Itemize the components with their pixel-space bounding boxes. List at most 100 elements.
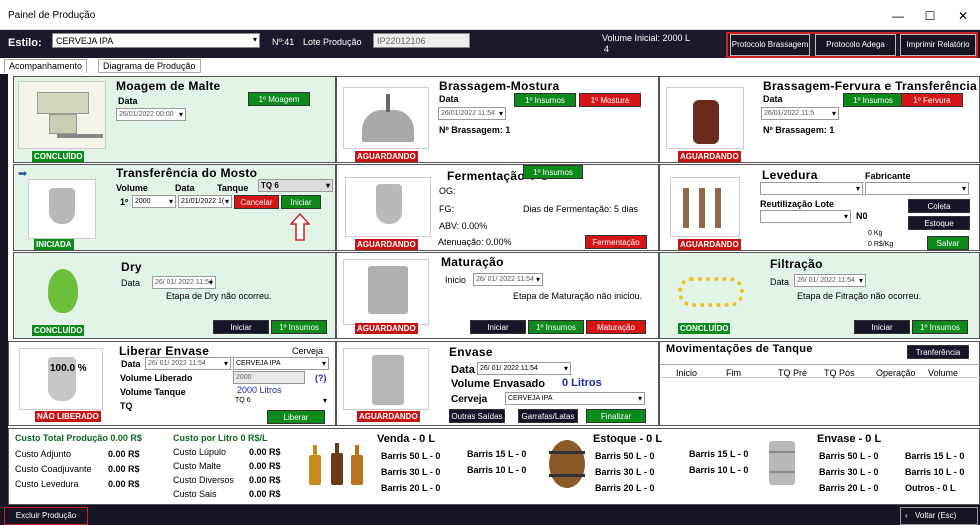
filtracao-iniciar-button[interactable]: Iniciar — [854, 320, 910, 334]
transferencia-panel: ➡ Transferência do Mosto Volume Data Tan… — [13, 164, 336, 251]
dry-title: Dry — [121, 260, 142, 274]
col-volume: Volume — [928, 368, 959, 378]
fermentacao-insumos-button[interactable]: 1º Insumos — [523, 165, 583, 179]
brass-fervura-panel: Brassagem-Fervura e Transferência Data 2… — [659, 76, 980, 163]
envase-tot-item-2: Barris 20 L - 0 — [819, 483, 879, 493]
lote-field[interactable]: IP22012106 — [373, 33, 470, 48]
brass-mostura-date[interactable]: 26/01/2022 11:54 — [438, 107, 506, 120]
vol-liberado-field[interactable]: 2000 — [233, 371, 305, 384]
production-number: Nº:41 — [272, 37, 295, 47]
liberar-date[interactable]: 26/ 01/ 2022 11:54 — [145, 357, 231, 370]
brass-fervura-nbrass: Nº Brassagem: 1 — [763, 125, 835, 135]
transferencia-iniciar-button[interactable]: Iniciar — [281, 195, 321, 209]
col-fim: Fim — [726, 368, 741, 378]
brass-fervura-status: AGUARDANDO — [678, 151, 741, 162]
boil-kettle-image — [666, 87, 744, 149]
venda-item-0: Barris 50 L - 0 — [381, 451, 441, 461]
transferencia-cancel-button[interactable]: Cancelar — [234, 195, 279, 209]
maturacao-iniciar-button[interactable]: Iniciar — [470, 320, 526, 334]
transferencia-status: INICIADA — [34, 239, 74, 250]
transferencia-n: 1º — [120, 197, 129, 207]
custo-levedura-value: 0.00 R$ — [108, 479, 140, 489]
moagem-button[interactable]: 1º Moagem — [248, 92, 310, 106]
transferencia-date[interactable]: 21/01/2022 1( — [178, 195, 232, 208]
maturacao-button[interactable]: Maturação — [586, 320, 646, 334]
transferencia-tanque-select[interactable]: TQ 6 — [258, 179, 333, 192]
envase-title: Envase — [449, 345, 493, 359]
levedura-status: AGUARDANDO — [678, 239, 741, 250]
envase-cerveja-select[interactable]: CERVEJA IPA — [505, 392, 645, 405]
imprimir-relatorio-button[interactable]: Imprimir Relatório — [900, 34, 976, 56]
filtracao-insumos-button[interactable]: 1º Insumos — [912, 320, 968, 334]
close-icon[interactable]: ✕ — [953, 8, 973, 24]
reutilizacao-select[interactable] — [760, 210, 851, 223]
footer-bar — [0, 505, 980, 525]
filtracao-date[interactable]: 26/ 01/ 2022 11:54 — [794, 274, 866, 287]
garrafas-latas-button[interactable]: Garrafas/Latas — [518, 409, 578, 423]
protocolo-brassagem-button[interactable]: Protocolo Brassagem — [730, 34, 810, 56]
dry-date[interactable]: 26/ 01/ 2022 11:54 — [152, 276, 216, 289]
excluir-producao-button[interactable]: Excluir Produção — [4, 507, 88, 525]
estoque-button[interactable]: Estoque — [908, 216, 970, 230]
custo-litro: Custo por Litro 0 R$/L — [173, 433, 268, 443]
custo-diversos-label: Custo Diversos — [173, 475, 235, 485]
dry-iniciar-button[interactable]: Iniciar — [213, 320, 269, 334]
window-title: Painel de Produção — [8, 10, 96, 21]
liberar-data-label: Data — [121, 359, 141, 369]
brass-mostura-insumos-button[interactable]: 1º Insumos — [514, 93, 576, 107]
volume-inicial: Volume Inicial: 2000 L — [602, 33, 691, 43]
custo-lupulo-value: 0.00 R$ — [249, 447, 281, 457]
coleta-button[interactable]: Coleta — [908, 199, 970, 213]
moagem-date[interactable]: 26/01/2022 00:00 — [116, 108, 186, 121]
custo-malte-value: 0.00 R$ — [249, 461, 281, 471]
finalizar-button[interactable]: Finalizar — [586, 409, 646, 423]
protocolo-adega-button[interactable]: Protocolo Adega — [815, 34, 896, 56]
outras-saidas-button[interactable]: Outras Saídas — [449, 409, 505, 423]
voltar-button[interactable]: ‹ Voltar (Esc) — [900, 507, 978, 525]
brass-fervura-fervura-button[interactable]: 1º Fervura — [901, 93, 963, 107]
brass-mostura-nbrass: Nº Brassagem: 1 — [439, 125, 511, 135]
transferencia-button[interactable]: Tranferência — [907, 345, 969, 359]
bottles-image — [305, 441, 371, 487]
levedura-select[interactable] — [760, 182, 863, 195]
maturacao-panel: Maturação Inicio 26/ 01/ 2022 11:54 Etap… — [336, 252, 659, 339]
fabricante-select[interactable] — [865, 182, 969, 195]
venda-title: Venda - 0 L — [377, 433, 436, 445]
tank-level-image: 100.0 % — [19, 348, 103, 410]
tq-select[interactable]: TQ 6 — [233, 395, 329, 408]
dry-status: CONCLUÍDO — [32, 325, 85, 336]
liberar-button[interactable]: Liberar — [267, 410, 325, 424]
custo-adjunto-value: 0.00 R$ — [108, 449, 140, 459]
fermentacao-status: AGUARDANDO — [355, 239, 418, 250]
barrel-image — [547, 439, 587, 489]
minimize-icon[interactable]: — — [888, 8, 908, 24]
brass-fervura-date[interactable]: 26/01/2022 11:5 — [761, 107, 839, 120]
estoque-item-3: Barris 15 L - 0 — [689, 449, 749, 459]
envase-status: AGUARDANDO — [357, 411, 420, 422]
envase-data-label: Data — [451, 364, 475, 376]
summary-panel: Custo Total Produção 0.00 R$ Custo por L… — [8, 428, 980, 505]
fermentacao-button[interactable]: Fermentação — [585, 235, 647, 249]
estilo-select[interactable]: CERVEJA IPA — [52, 33, 260, 48]
envase-tot-item-0: Barris 50 L - 0 — [819, 451, 879, 461]
maturacao-insumos-button[interactable]: 1º Insumos — [528, 320, 584, 334]
tab-acompanhamento[interactable]: Acompanhamento — [4, 59, 88, 73]
maturacao-date[interactable]: 26/ 01/ 2022 11:54 — [473, 273, 543, 286]
levedura-salvar-button[interactable]: Salvar — [927, 236, 969, 250]
estoque-item-1: Barris 30 L - 0 — [595, 467, 655, 477]
custo-coadjuvante-label: Custo Coadjuvante — [15, 464, 92, 474]
brass-mostura-mostura-button[interactable]: 1º Mostura — [579, 93, 641, 107]
dry-insumos-button[interactable]: 1º Insumos — [271, 320, 327, 334]
maximize-icon[interactable]: ☐ — [920, 8, 940, 24]
envase-date[interactable]: 26/ 01/ 2022 11:54 — [477, 362, 571, 375]
transferencia-volume-select[interactable]: 2000 — [132, 195, 176, 208]
dry-data-label: Data — [121, 278, 141, 288]
liberar-cerveja-select[interactable]: CERVEJA IPA — [233, 357, 329, 370]
venda-item-1: Barris 30 L - 0 — [381, 467, 441, 477]
brass-fervura-insumos-button[interactable]: 1º Insumos — [843, 93, 903, 107]
movimentacoes-panel: Movimentações de Tanque Tranferência Ini… — [659, 341, 980, 426]
liberar-cerveja-label: Cerveja — [292, 346, 324, 356]
brass-mostura-data-label: Data — [439, 94, 459, 104]
tab-diagrama[interactable]: Diagrama de Produção — [98, 59, 201, 73]
help-icon[interactable]: (?) — [315, 373, 327, 383]
